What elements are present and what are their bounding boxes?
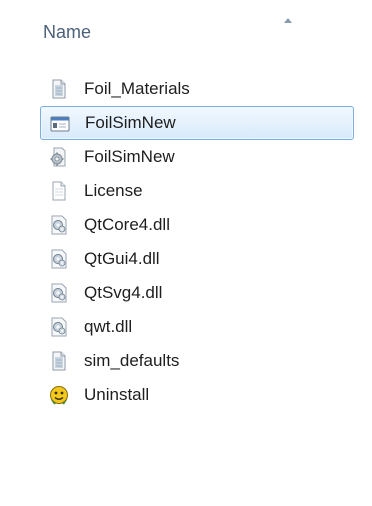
config-file-icon	[50, 147, 66, 167]
file-name: qwt.dll	[84, 317, 133, 336]
file-name: FoilSimNew	[85, 113, 176, 132]
file-name: QtGui4.dll	[84, 249, 160, 268]
dll-gear-icon	[51, 249, 67, 269]
dll-gear-icon	[51, 317, 67, 337]
file-name: License	[84, 181, 143, 200]
file-list-panel: Name Foil_Materials FoilSimNew FoilSimNe…	[0, 0, 372, 506]
file-name: FoilSimNew	[84, 147, 175, 166]
list-item[interactable]: License	[40, 174, 354, 208]
application-window-icon	[50, 116, 70, 132]
uninstaller-icon	[50, 386, 68, 405]
file-name: QtCore4.dll	[84, 215, 170, 234]
sort-ascending-icon	[284, 18, 292, 23]
list-item[interactable]: Foil_Materials	[40, 72, 354, 106]
file-name: Foil_Materials	[84, 79, 190, 98]
list-item[interactable]: sim_defaults	[40, 344, 354, 378]
file-name: sim_defaults	[84, 351, 180, 370]
dll-gear-icon	[51, 283, 67, 303]
list-item[interactable]: QtGui4.dll	[40, 242, 354, 276]
list-item[interactable]: QtSvg4.dll	[40, 276, 354, 310]
list-item[interactable]: FoilSimNew	[40, 140, 354, 174]
column-header-label: Name	[43, 22, 92, 42]
list-item[interactable]: QtCore4.dll	[40, 208, 354, 242]
file-name: Uninstall	[84, 385, 150, 404]
file-name: QtSvg4.dll	[84, 283, 163, 302]
list-item[interactable]: qwt.dll	[40, 310, 354, 344]
name-column-header[interactable]: Name	[40, 18, 350, 48]
list-item[interactable]: Uninstall	[40, 378, 354, 412]
blank-document-icon	[52, 181, 66, 201]
list-item-selected[interactable]: FoilSimNew	[40, 106, 354, 140]
text-file-icon	[52, 79, 66, 99]
text-file-icon	[52, 351, 66, 371]
dll-gear-icon	[51, 215, 67, 235]
